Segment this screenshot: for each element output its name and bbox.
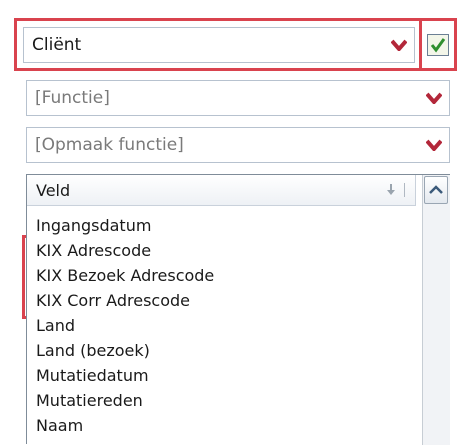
list-item[interactable]: Mutatiedatum [36, 363, 214, 388]
scroll-up-icon[interactable] [424, 176, 448, 204]
vertical-scrollbar[interactable] [422, 175, 450, 445]
functie-combo[interactable]: [Functie] [26, 80, 450, 116]
client-combo[interactable]: Cliënt [23, 27, 415, 63]
functie-combo-placeholder: [Functie] [35, 89, 110, 107]
list-item[interactable]: Ingangsdatum [36, 213, 214, 238]
client-combo-value: Cliënt [32, 36, 82, 54]
list-item[interactable]: Land (bezoek) [36, 338, 214, 363]
include-checkbox[interactable] [427, 34, 449, 56]
field-list[interactable]: Veld Ingangsdatum KIX Adrescode KIX Bezo… [26, 174, 450, 445]
list-item[interactable]: KIX Corr Adrescode [36, 288, 214, 313]
list-item[interactable]: Land [36, 313, 214, 338]
field-selector: Cliënt [Functie] [Opmaak functie] Veld I… [0, 0, 460, 445]
sort-arrow-icon[interactable] [382, 183, 400, 197]
column-header-veld[interactable]: Veld [27, 175, 416, 206]
header-divider [404, 183, 405, 197]
column-header-label: Veld [36, 180, 71, 200]
field-items: Ingangsdatum KIX Adrescode KIX Bezoek Ad… [36, 213, 214, 438]
opmaak-functie-combo-placeholder: [Opmaak functie] [35, 136, 184, 154]
list-item[interactable]: KIX Adrescode [36, 238, 214, 263]
chevron-down-icon[interactable] [419, 81, 449, 115]
chevron-down-icon[interactable] [384, 28, 414, 62]
opmaak-functie-combo[interactable]: [Opmaak functie] [26, 127, 450, 163]
list-item[interactable]: Naam [36, 413, 214, 438]
chevron-down-icon[interactable] [419, 128, 449, 162]
list-item[interactable]: KIX Bezoek Adrescode [36, 263, 214, 288]
checkmark-icon [430, 38, 446, 53]
list-item[interactable]: Mutatiereden [36, 388, 214, 413]
